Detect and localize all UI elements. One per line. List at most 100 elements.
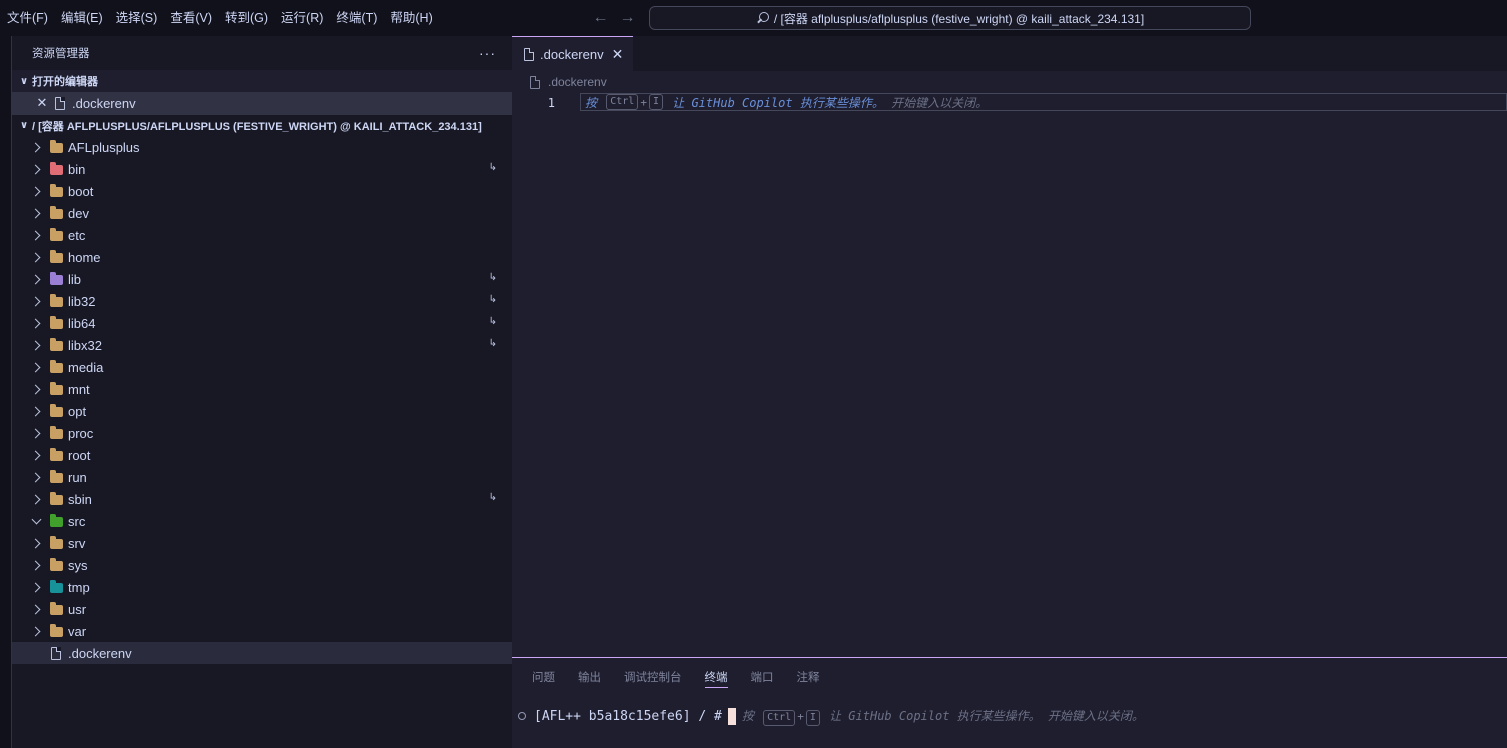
tab-terminal[interactable]: 终端 bbox=[704, 667, 728, 688]
title-bar: 文件(F) 编辑(E) 选择(S) 查看(V) 转到(G) 运行(R) 终端(T… bbox=[0, 0, 1507, 36]
command-center[interactable]: / [容器 aflplusplus/aflplusplus (festive_w… bbox=[649, 6, 1251, 30]
tree-folder-item[interactable]: bin ↳ bbox=[12, 158, 512, 180]
chevron-right-icon[interactable] bbox=[28, 488, 44, 510]
code-line[interactable]: 1 按 Ctrl + I 让 GitHub Copilot 执行某些操作。 开始… bbox=[512, 93, 1507, 112]
folder-icon bbox=[48, 271, 64, 287]
chevron-right-icon[interactable] bbox=[28, 268, 44, 290]
tree-folder-item[interactable]: libx32 ↳ bbox=[12, 334, 512, 356]
menu-edit[interactable]: 编辑(E) bbox=[58, 0, 106, 36]
open-editor-label: .dockerenv bbox=[72, 95, 136, 111]
tree-item-label: home bbox=[68, 249, 101, 265]
tab-ports[interactable]: 端口 bbox=[751, 667, 774, 687]
workspace-header[interactable]: ∨ / [容器 AFLPLUSPLUS/AFLPLUSPLUS (FESTIVE… bbox=[12, 114, 512, 136]
tree-folder-item[interactable]: opt bbox=[12, 400, 512, 422]
tree-folder-item[interactable]: lib64 ↳ bbox=[12, 312, 512, 334]
tab-debug-console[interactable]: 调试控制台 bbox=[624, 667, 682, 687]
open-editor-item[interactable]: ✕ .dockerenv bbox=[12, 92, 512, 114]
tree-folder-item[interactable]: srv bbox=[12, 532, 512, 554]
close-icon[interactable]: ✕ bbox=[34, 95, 50, 111]
tree-item-label: libx32 bbox=[68, 337, 102, 353]
tree-folder-item[interactable]: src bbox=[12, 510, 512, 532]
chevron-right-icon[interactable] bbox=[28, 378, 44, 400]
bottom-panel: 问题 输出 调试控制台 终端 端口 注释 [AFL++ b5a18c15efe6… bbox=[512, 657, 1507, 748]
tree-item-label: .dockerenv bbox=[68, 645, 132, 661]
tree-folder-item[interactable]: dev bbox=[12, 202, 512, 224]
tab-output[interactable]: 输出 bbox=[578, 667, 601, 687]
close-icon[interactable]: ✕ bbox=[612, 46, 624, 63]
tree-item-label: lib32 bbox=[68, 293, 96, 309]
tree-folder-item[interactable]: var bbox=[12, 620, 512, 642]
menu-selection[interactable]: 选择(S) bbox=[113, 0, 161, 36]
chevron-right-icon[interactable] bbox=[28, 158, 44, 180]
chevron-right-icon[interactable] bbox=[28, 620, 44, 642]
tree-folder-item[interactable]: mnt bbox=[12, 378, 512, 400]
menu-view[interactable]: 查看(V) bbox=[167, 0, 215, 36]
tree-folder-item[interactable]: AFLplusplus bbox=[12, 136, 512, 158]
menu-file[interactable]: 文件(F) bbox=[4, 0, 51, 36]
tree-folder-item[interactable]: lib ↳ bbox=[12, 268, 512, 290]
tree-file-item[interactable]: .dockerenv bbox=[12, 642, 512, 664]
chevron-right-icon[interactable] bbox=[28, 400, 44, 422]
tree-folder-item[interactable]: usr bbox=[12, 598, 512, 620]
terminal[interactable]: [AFL++ b5a18c15efe6] / # 按 Ctrl + I 让 GitH… bbox=[512, 706, 1507, 726]
tree-folder-item[interactable]: root bbox=[12, 444, 512, 466]
menu-run[interactable]: 运行(R) bbox=[278, 0, 326, 36]
more-actions-icon[interactable]: ··· bbox=[479, 45, 496, 61]
menu-go[interactable]: 转到(G) bbox=[222, 0, 271, 36]
chevron-right-icon[interactable] bbox=[28, 202, 44, 224]
tab-comments[interactable]: 注释 bbox=[797, 667, 820, 687]
folder-icon bbox=[48, 293, 64, 309]
tree-folder-item[interactable]: boot bbox=[12, 180, 512, 202]
tree-item-label: run bbox=[68, 469, 87, 485]
chevron-right-icon[interactable] bbox=[28, 356, 44, 378]
chevron-right-icon[interactable] bbox=[28, 334, 44, 356]
hint-press: 按 bbox=[585, 95, 598, 110]
chevron-right-icon[interactable] bbox=[28, 290, 44, 312]
tree-item-label: var bbox=[68, 623, 87, 639]
tree-item-label: mnt bbox=[68, 381, 90, 397]
chevron-right-icon[interactable] bbox=[28, 224, 44, 246]
tree-folder-item[interactable]: tmp bbox=[12, 576, 512, 598]
tree-folder-item[interactable]: sys bbox=[12, 554, 512, 576]
folder-icon bbox=[48, 447, 64, 463]
hint-press: 按 bbox=[741, 708, 754, 723]
chevron-right-icon[interactable] bbox=[28, 554, 44, 576]
folder-icon bbox=[48, 359, 64, 375]
menu-help[interactable]: 帮助(H) bbox=[387, 0, 435, 36]
chevron-right-icon[interactable] bbox=[28, 532, 44, 554]
chevron-right-icon[interactable] bbox=[28, 466, 44, 488]
forward-arrow-icon[interactable]: → bbox=[619, 9, 636, 27]
tab-problems[interactable]: 问题 bbox=[532, 667, 555, 687]
open-editors-header[interactable]: ∨ 打开的编辑器 bbox=[12, 70, 512, 92]
chevron-right-icon[interactable] bbox=[28, 444, 44, 466]
chevron-down-icon[interactable] bbox=[28, 510, 44, 532]
back-arrow-icon[interactable]: ← bbox=[592, 9, 609, 27]
tree-item-label: bin bbox=[68, 161, 86, 177]
chevron-right-icon[interactable] bbox=[28, 598, 44, 620]
tree-item-label: srv bbox=[68, 535, 86, 551]
chevron-right-icon[interactable] bbox=[28, 422, 44, 444]
chevron-right-icon[interactable] bbox=[28, 180, 44, 202]
activity-bar bbox=[0, 36, 12, 748]
menu-terminal[interactable]: 终端(T) bbox=[333, 0, 380, 36]
chevron-right-icon[interactable] bbox=[28, 246, 44, 268]
tree-folder-item[interactable]: proc bbox=[12, 422, 512, 444]
breadcrumb[interactable]: .dockerenv bbox=[512, 71, 1507, 93]
folder-icon bbox=[48, 249, 64, 265]
chevron-right-icon[interactable] bbox=[28, 312, 44, 334]
chevron-right-icon[interactable] bbox=[28, 136, 44, 158]
symlink-icon: ↳ bbox=[488, 338, 497, 349]
tree-item-label: dev bbox=[68, 205, 89, 221]
chevron-right-icon[interactable] bbox=[28, 576, 44, 598]
tree-folder-item[interactable]: etc bbox=[12, 224, 512, 246]
navigation-arrows: ← → bbox=[592, 0, 646, 36]
sidebar-title: 资源管理器 bbox=[32, 48, 90, 60]
tree-folder-item[interactable]: media bbox=[12, 356, 512, 378]
tree-folder-item[interactable]: lib32 ↳ bbox=[12, 290, 512, 312]
editor-tab-bar: .dockerenv ✕ bbox=[512, 36, 1507, 71]
editor-tab[interactable]: .dockerenv ✕ bbox=[512, 36, 634, 71]
tree-folder-item[interactable]: home bbox=[12, 246, 512, 268]
symlink-icon: ↳ bbox=[488, 316, 497, 327]
tree-folder-item[interactable]: sbin ↳ bbox=[12, 488, 512, 510]
tree-folder-item[interactable]: run bbox=[12, 466, 512, 488]
